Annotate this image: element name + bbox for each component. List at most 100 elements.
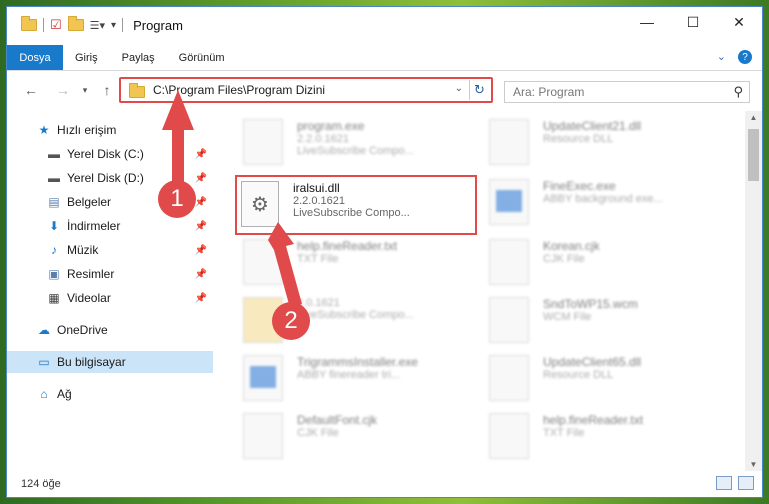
file-name: Korean.cjk [543,239,600,253]
tab-share[interactable]: Paylaş [110,45,167,70]
nav-label: İndirmeler [67,219,121,233]
file-detail: Resource DLL [543,133,614,145]
back-arrow-icon[interactable]: ← [21,82,41,98]
status-bar: 124 öğe [7,471,762,497]
nav-label: Ağ [57,387,72,401]
nav-label: Bu bilgisayar [57,355,126,369]
dropdown-icon[interactable]: ▾ [111,20,116,31]
nav-label: Videolar [67,291,111,305]
explorer-window: ☑ ☰▾ ▾ Program — ☐ ✕ Dosya Giriş Paylaş … [6,6,763,498]
file-item[interactable]: SndToWP15.wcm WCM File [489,297,739,349]
forward-arrow-icon[interactable]: → [53,82,73,98]
file-item[interactable]: program.exe 2.2.0.1621 LiveSubscribe Compo… [243,119,493,171]
cjk-file-icon [489,239,529,285]
dll-gear-icon: ⚙ [241,181,279,227]
close-button[interactable]: ✕ [716,7,762,37]
wcm-file-icon [489,297,529,343]
nav-label: Belgeler [67,195,112,209]
nav-label: Yerel Disk (C:) [67,147,144,161]
tab-view[interactable]: Görünüm [167,45,237,70]
file-name: UpdateClient21.dll [543,119,642,133]
file-item[interactable]: UpdateClient21.dll Resource DLL [489,119,739,171]
pin-icon[interactable]: 📌 [195,173,207,184]
star-icon: ★ [38,123,50,137]
large-icons-view-icon[interactable] [738,476,754,490]
expand-ribbon-icon[interactable]: ⌄ [717,50,726,64]
tab-home[interactable]: Giriş [63,45,110,70]
file-item[interactable]: TrigrammsInstaller.exe ABBY finereader tr… [243,355,493,407]
recent-chevron-icon[interactable]: ▾ [75,85,95,96]
file-item[interactable]: help.fineReader.txt TXT File [243,239,493,291]
file-item[interactable]: UpdateClient65.dll Resource DLL [489,355,739,407]
nav-label: Resimler [67,267,115,281]
file-item[interactable]: DefaultFont.cjk CJK File [243,413,493,465]
chevron-down-icon[interactable]: ⌄ [455,83,463,94]
search-placeholder: Ara: Program [513,85,585,99]
pin-icon[interactable]: 📌 [195,245,207,256]
nav-this-pc[interactable]: ▭ Bu bilgisayar [7,351,213,373]
dll-file-icon [489,119,529,165]
quick-access-toolbar: ☑ ☰▾ ▾ [7,16,124,33]
nav-label: Yerel Disk (D:) [67,171,144,185]
file-name: help.fineReader.txt [297,239,398,253]
nav-label: Müzik [67,243,99,257]
nav-item-videos[interactable]: ▦ Videolar 📌 [7,287,213,309]
maximize-button[interactable]: ☐ [670,7,716,37]
separator [122,18,124,32]
drive-icon: ▬ [48,147,60,161]
nav-network[interactable]: ⌂ Ağ [7,383,213,405]
address-path[interactable]: C:\Program Files\Program Dizini [153,83,325,97]
refresh-icon[interactable]: ↻ [469,80,489,100]
new-folder-icon[interactable] [67,16,84,31]
scroll-thumb[interactable] [748,129,759,181]
nav-item-pictures[interactable]: ▣ Resimler 📌 [7,263,213,285]
exe-file-icon [489,179,529,225]
file-detail: CJK File [297,427,339,439]
dll-file-icon [489,355,529,401]
nav-label: OneDrive [57,323,108,337]
pin-icon[interactable]: 📌 [195,269,207,280]
nav-quick-access[interactable]: ★ Hızlı erişim [7,119,213,141]
nav-label: Hızlı erişim [57,123,117,137]
file-item[interactable]: FineExec.exe ABBY background exe... [489,179,739,231]
file-name: program.exe [297,119,365,133]
customize-icon[interactable]: ☰▾ [90,19,105,32]
address-bar[interactable]: C:\Program Files\Program Dizini ⌄ ↻ [119,77,493,103]
window-title: Program [133,17,183,33]
file-name: SndToWP15.wcm [543,297,638,311]
vertical-scrollbar[interactable]: ▲ ▼ [745,111,762,471]
nav-onedrive[interactable]: ☁ OneDrive [7,319,213,341]
exe-file-icon [243,119,283,165]
file-detail: CJK File [543,253,585,265]
file-detail: WCM File [543,311,592,323]
pin-icon[interactable]: 📌 [195,149,207,160]
file-detail: 2.2.0.1621 [297,133,349,145]
search-icon[interactable]: ⚲ [733,84,743,100]
tab-file[interactable]: Dosya [7,45,63,70]
pin-icon[interactable]: 📌 [195,197,207,208]
minimize-button[interactable]: — [624,7,670,37]
up-arrow-icon[interactable]: ↑ [97,82,117,98]
details-view-icon[interactable] [716,476,732,490]
highlighted-file-item[interactable]: ⚙ iralsui.dll 2.2.0.1621 LiveSubscribe C… [235,175,477,235]
file-detail: TXT File [543,427,585,439]
help-icon[interactable]: ? [738,50,752,64]
downloads-icon: ⬇ [48,219,60,233]
file-detail: LiveSubscribe Compo... [297,309,414,321]
file-name: DefaultFont.cjk [297,413,378,427]
scroll-up-icon[interactable]: ▲ [745,113,762,122]
properties-icon[interactable]: ☑ [50,17,62,33]
file-name: iralsui.dll [293,181,340,195]
scroll-down-icon[interactable]: ▼ [745,460,762,469]
file-version: 2.2.0.1621 [293,195,345,207]
documents-icon: ▤ [48,195,60,209]
search-input[interactable]: Ara: Program ⚲ [504,81,750,103]
pin-icon[interactable]: 📌 [195,221,207,232]
nav-item-drive-c[interactable]: ▬ Yerel Disk (C:) 📌 [7,143,213,165]
nav-item-downloads[interactable]: ⬇ İndirmeler 📌 [7,215,213,237]
pin-icon[interactable]: 📌 [195,293,207,304]
file-name: FineExec.exe [543,179,616,193]
file-item[interactable]: Korean.cjk CJK File [489,239,739,291]
nav-item-music[interactable]: ♪ Müzik 📌 [7,239,213,261]
file-item[interactable]: help.fineReader.txt TXT File [489,413,739,465]
